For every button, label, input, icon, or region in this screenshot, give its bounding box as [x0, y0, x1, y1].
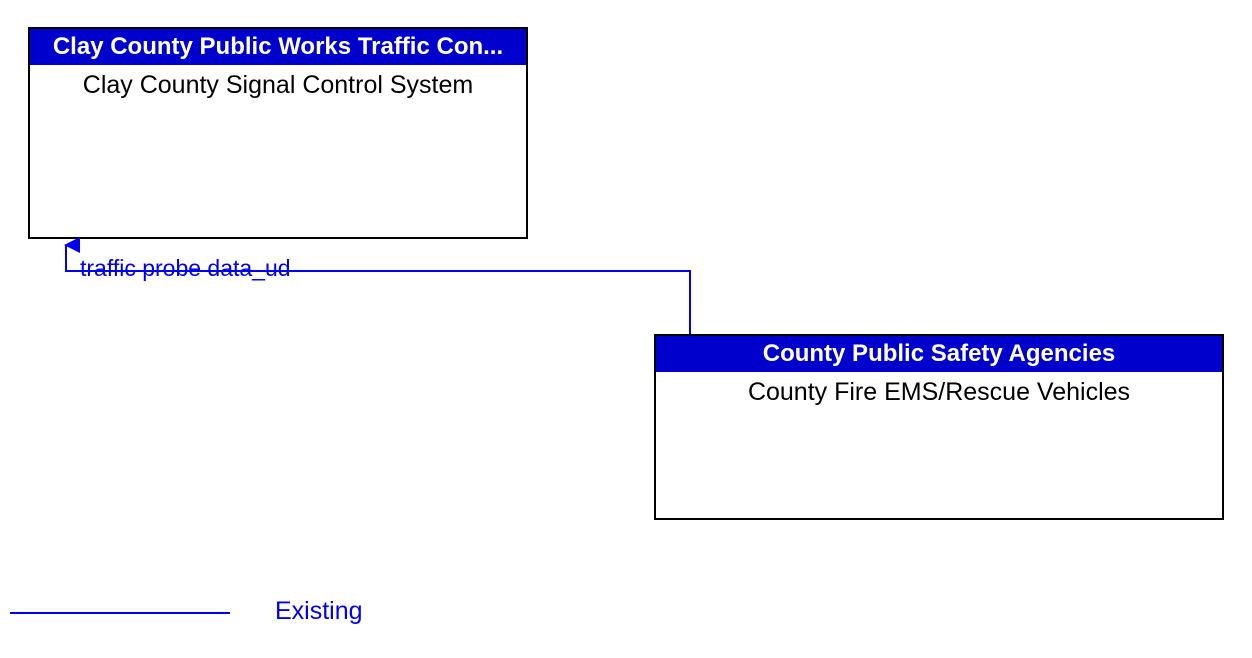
node-header: County Public Safety Agencies [656, 336, 1222, 372]
node-header: Clay County Public Works Traffic Con... [30, 29, 526, 65]
flow-label: traffic probe data_ud [80, 255, 291, 282]
node-body: County Fire EMS/Rescue Vehicles [656, 372, 1222, 407]
legend-line [10, 612, 230, 614]
node-clay-county-signal[interactable]: Clay County Public Works Traffic Con... … [28, 27, 528, 239]
legend-label: Existing [275, 597, 363, 626]
node-county-fire-ems[interactable]: County Public Safety Agencies County Fir… [654, 334, 1224, 520]
node-body: Clay County Signal Control System [30, 65, 526, 100]
